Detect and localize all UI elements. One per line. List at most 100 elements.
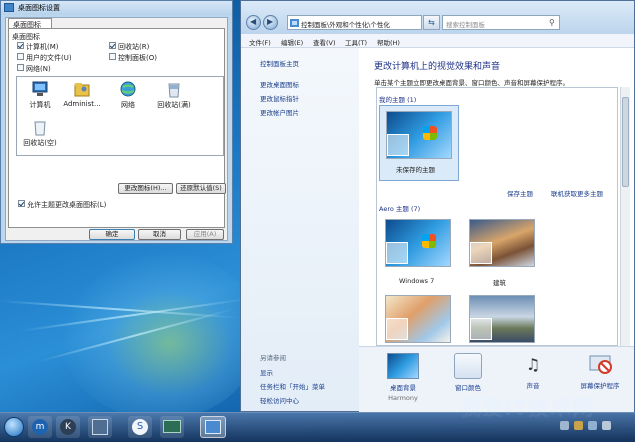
window-color-swatch (386, 318, 408, 340)
windows-logo-icon (423, 126, 437, 140)
taskbar-app-vm[interactable] (88, 416, 112, 438)
window-color-swatch (387, 134, 409, 156)
setting-sublabel: Harmony (388, 394, 418, 402)
setting-label: 窗口颜色 (455, 384, 481, 392)
checkbox-allow-themes[interactable] (18, 200, 25, 207)
icon-label: 计算机 (29, 101, 51, 109)
setting-label: 屏幕保护程序 (580, 382, 620, 390)
theme-thumbnail (385, 295, 451, 343)
checkbox-control-panel[interactable] (109, 53, 116, 60)
desktop-glow (60, 250, 260, 420)
theme-label: 建筑 (493, 279, 506, 287)
sidebar-link-mouse-pointer[interactable]: 更改鼠标指针 (260, 93, 299, 103)
taskbar-app-monitor[interactable] (160, 416, 184, 438)
see-also-ease-of-access[interactable]: 轻松访问中心 (260, 395, 299, 405)
scrollbar-thumb[interactable] (622, 97, 629, 187)
menu-bar: 文件(F) 编辑(E) 查看(V) 工具(T) 帮助(H) (241, 34, 634, 48)
ok-button[interactable]: 确定 (89, 229, 135, 240)
apply-button[interactable]: 应用(A) (186, 229, 224, 240)
window-color-setting[interactable]: 窗口颜色 (440, 353, 496, 392)
dialog-titlebar[interactable]: 桌面图标设置 (1, 1, 232, 15)
get-more-themes-link[interactable]: 联机获取更多主题 (551, 188, 603, 198)
menu-view[interactable]: 查看(V) (313, 37, 336, 47)
s-app-icon: S (132, 419, 148, 435)
icon-label: 回收站(满) (157, 101, 191, 109)
checkbox-allow-themes-label: 允许主题更改桌面图标(L) (27, 201, 107, 209)
music-note-icon: ♫ (525, 355, 541, 374)
theme-thumbnail (385, 219, 451, 267)
save-theme-link[interactable]: 保存主题 (507, 188, 533, 198)
sidebar-link-account-picture[interactable]: 更改帐户图片 (260, 107, 299, 117)
theme-item-characters[interactable] (379, 293, 459, 345)
user-folder-icon (73, 81, 91, 98)
list-item-recycle-full[interactable]: 回收站(满) (151, 81, 197, 110)
theme-item-landscapes[interactable] (463, 293, 543, 345)
theme-label: 未保存的主题 (396, 166, 435, 174)
search-input[interactable]: 搜索控制面板 ⚲ (442, 15, 560, 30)
change-icon-button[interactable]: 更改图标(H)... (118, 183, 173, 194)
dialog-body: 桌面图标 桌面图标 计算机(M) 回收站(R) 用户的文件(U) 控制面板(O)… (5, 17, 228, 241)
checkbox-control-panel-label: 控制面板(O) (118, 54, 157, 62)
theme-item-unsaved[interactable]: 未保存的主题 (379, 105, 459, 181)
windows-logo-icon (422, 234, 436, 248)
list-item-admin[interactable]: Administ... (59, 81, 105, 108)
desktop-background-setting[interactable]: 桌面背景 Harmony (375, 353, 431, 402)
control-panel-icon (205, 420, 221, 434)
theme-item-windows7[interactable]: Windows 7 (379, 217, 459, 289)
search-icon: ⚲ (549, 18, 555, 27)
taskbar-app-maxthon[interactable]: m (28, 416, 52, 438)
see-also-display[interactable]: 显示 (260, 367, 273, 377)
maxthon-icon: m (32, 419, 48, 435)
cancel-button[interactable]: 取消 (138, 229, 181, 240)
menu-edit[interactable]: 编辑(E) (281, 37, 303, 47)
theme-item-architecture[interactable]: 建筑 (463, 217, 543, 289)
dialog-app-icon (4, 3, 14, 12)
checkbox-recycle-bin-label: 回收站(R) (118, 43, 150, 51)
see-also-title: 另请参阅 (260, 354, 286, 362)
forward-button[interactable]: ▶ (263, 15, 278, 30)
checkbox-network[interactable] (17, 64, 24, 71)
address-bar[interactable]: 控制面板\外观和个性化\个性化 (287, 15, 422, 30)
tray-icon[interactable] (560, 421, 569, 430)
taskbar-app-k[interactable]: K (56, 416, 80, 438)
taskbar-app-control-panel[interactable] (200, 416, 226, 438)
address-path: 控制面板\外观和个性化\个性化 (301, 21, 390, 29)
sidebar: 控制面板主页 更改桌面图标 更改鼠标指针 更改帐户图片 另请参阅 显示 任务栏和… (241, 48, 359, 411)
sounds-setting[interactable]: ♫ 声音 (505, 353, 561, 390)
desktop-icon-settings-dialog: 桌面图标设置 桌面图标 桌面图标 计算机(M) 回收站(R) 用户的文件(U) … (0, 0, 233, 244)
checkbox-computer[interactable] (17, 42, 24, 49)
tray-icon[interactable] (574, 421, 583, 430)
menu-file[interactable]: 文件(F) (249, 37, 271, 47)
window-color-swatch (470, 242, 492, 264)
recycle-bin-full-icon (165, 81, 183, 98)
checkbox-recycle-bin[interactable] (109, 42, 116, 49)
search-placeholder: 搜索控制面板 (446, 21, 485, 29)
group-label: 桌面图标 (12, 33, 40, 41)
list-item-recycle-empty[interactable]: 回收站(空) (17, 119, 63, 148)
icon-label: 网络 (121, 101, 135, 109)
back-button[interactable]: ◀ (246, 15, 261, 30)
see-also-taskbar[interactable]: 任务栏和「开始」菜单 (260, 381, 325, 391)
sidebar-home-link[interactable]: 控制面板主页 (260, 58, 299, 68)
menu-tools[interactable]: 工具(T) (345, 37, 367, 47)
start-button[interactable] (2, 416, 26, 438)
window-titlebar[interactable]: ◀ ▶ 控制面板\外观和个性化\个性化 ⇆ 搜索控制面板 ⚲ (241, 1, 634, 34)
list-item-computer[interactable]: 计算机 (17, 81, 63, 110)
checkbox-network-label: 网络(N) (26, 65, 51, 73)
screensaver-setting[interactable]: 屏幕保护程序 (569, 353, 631, 390)
refresh-icon: ⇆ (428, 18, 435, 27)
checkbox-user-files[interactable] (17, 53, 24, 60)
restore-default-button[interactable]: 还原默认值(S) (176, 183, 226, 194)
refresh-button[interactable]: ⇆ (423, 15, 440, 30)
theme-thumbnail (386, 111, 452, 159)
arrow-left-icon: ◀ (250, 17, 257, 26)
menu-help[interactable]: 帮助(H) (377, 37, 400, 47)
page-title: 更改计算机上的视觉效果和声音 (374, 62, 501, 72)
taskbar-app-sogou[interactable]: S (128, 416, 152, 438)
themes-scrollbar[interactable] (620, 87, 630, 346)
volume-icon[interactable] (602, 421, 611, 430)
list-item-network[interactable]: 网络 (105, 81, 151, 110)
icon-label: Administ... (63, 100, 101, 108)
tray-icon[interactable] (588, 421, 597, 430)
sidebar-link-desktop-icons[interactable]: 更改桌面图标 (260, 79, 299, 89)
